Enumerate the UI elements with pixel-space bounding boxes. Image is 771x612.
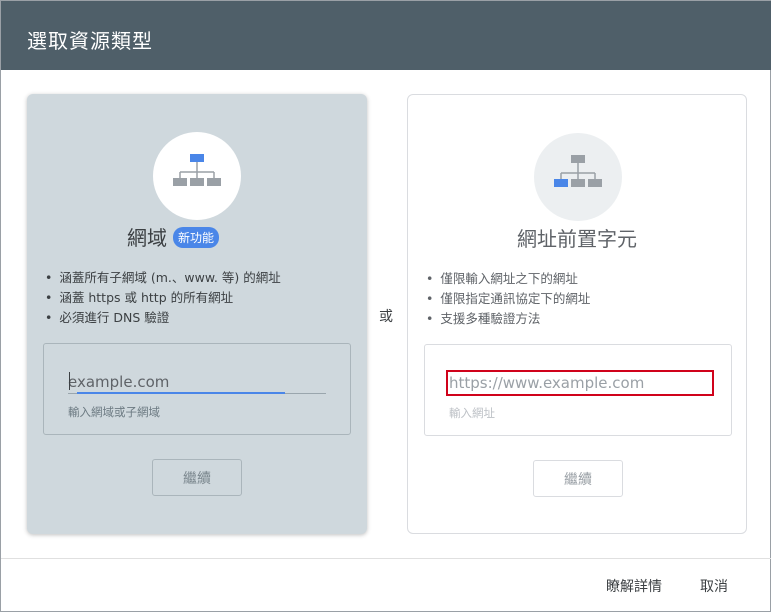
domain-card[interactable]: 網域新功能 涵蓋所有子網域 (m.、www. 等) 的網址 涵蓋 https 或… [27, 94, 367, 534]
footer-divider [1, 558, 771, 559]
domain-icon-circle [153, 132, 241, 220]
list-item: 支援多種驗證方法 [426, 309, 590, 329]
domain-helper-text: 輸入網域或子網域 [68, 405, 160, 419]
list-item: 涵蓋 https 或 http 的所有網址 [45, 288, 281, 308]
prefix-continue-button[interactable]: 繼續 [533, 460, 623, 497]
new-feature-badge: 新功能 [172, 227, 219, 248]
prefix-icon-circle [534, 133, 622, 221]
domain-input-container: 輸入網域或子網域 [43, 343, 351, 435]
prefix-card-title: 網址前置字元 [517, 227, 637, 251]
domain-card-title: 網域 新功能 [3, 222, 343, 251]
cancel-button[interactable]: 取消 [700, 576, 728, 596]
dialog-header: 選取資源類型 [1, 1, 771, 70]
url-prefix-card[interactable]: 網址前置字元 僅限輸入網址之下的網址 僅限指定通訊協定下的網址 支援多種驗證方法… [407, 94, 747, 534]
text-cursor [69, 372, 70, 390]
dialog-title: 選取資源類型 [27, 29, 153, 53]
learn-more-button[interactable]: 瞭解詳情 [606, 576, 662, 596]
list-item: 僅限輸入網址之下的網址 [426, 269, 590, 289]
or-separator: 或 [379, 309, 393, 325]
select-property-type-dialog: 選取資源類型 網域新功能 涵蓋所有子網域 (m.、www. 等) 的網址 涵蓋 … [0, 0, 771, 612]
list-item: 涵蓋所有子網域 (m.、www. 等) 的網址 [45, 268, 280, 288]
input-focus-underline [77, 392, 285, 394]
domain-input[interactable] [68, 370, 326, 394]
sitemap-root-icon [173, 154, 221, 186]
prefix-feature-list: 僅限輸入網址之下的網址 僅限指定通訊協定下的網址 支援多種驗證方法 [426, 269, 590, 329]
domain-feature-list: 涵蓋所有子網域 (m.、www. 等) 的網址 涵蓋 https 或 http … [45, 268, 281, 328]
annotation-highlight-box [446, 370, 714, 396]
domain-continue-button[interactable]: 繼續 [152, 459, 242, 496]
sitemap-leaf-icon [554, 155, 602, 187]
list-item: 必須進行 DNS 驗證 [45, 308, 281, 328]
domain-title-text: 網域 [126, 226, 167, 250]
prefix-helper-text: 輸入網址 [449, 406, 495, 420]
list-item: 僅限指定通訊協定下的網址 [426, 289, 590, 309]
